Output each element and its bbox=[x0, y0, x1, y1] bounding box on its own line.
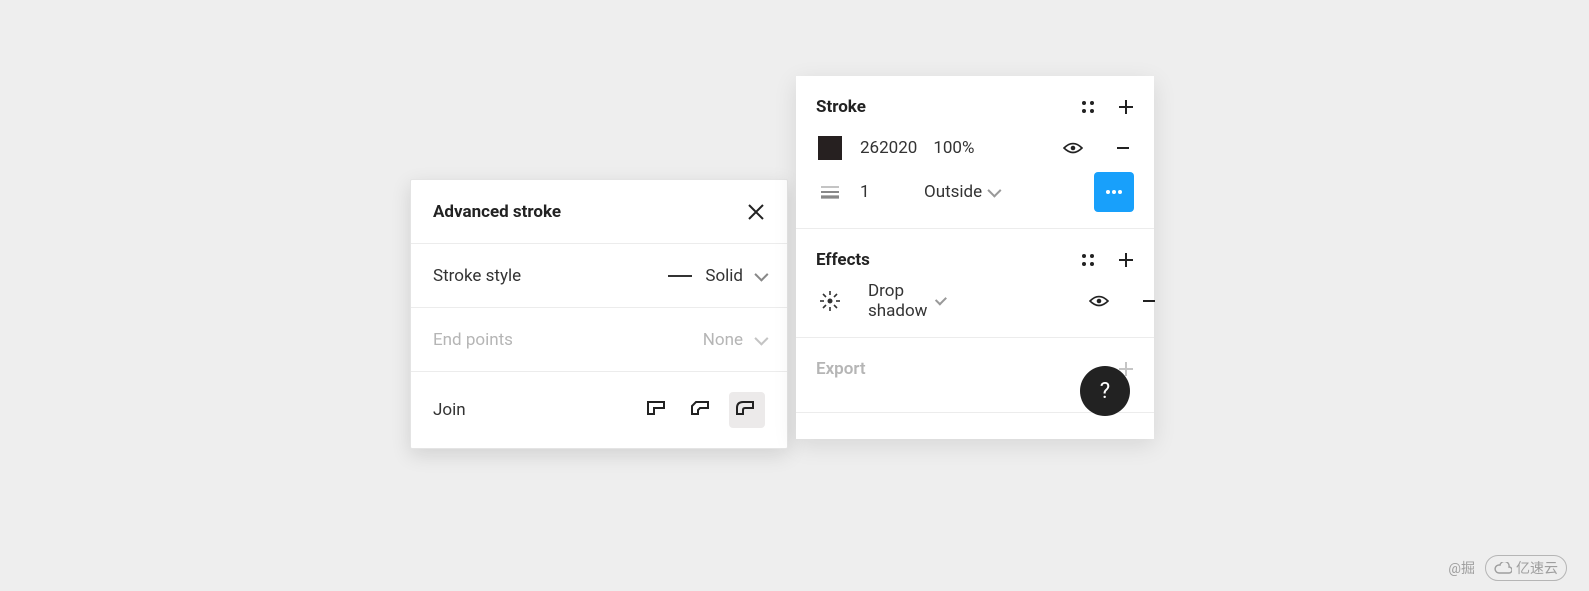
styles-icon[interactable] bbox=[1080, 99, 1096, 115]
end-points-row: End points None bbox=[411, 308, 787, 372]
chevron-down-icon bbox=[754, 331, 768, 345]
join-label: Join bbox=[433, 400, 466, 420]
stroke-weight-input[interactable]: 1 bbox=[860, 182, 870, 202]
effect-row: Drop shadow bbox=[816, 279, 1134, 323]
export-section: Export ? bbox=[796, 338, 1154, 413]
advanced-stroke-title: Advanced stroke bbox=[433, 202, 561, 222]
stroke-position-value: Outside bbox=[924, 182, 982, 202]
close-icon[interactable] bbox=[747, 203, 765, 221]
color-swatch[interactable] bbox=[818, 136, 842, 160]
join-round-icon[interactable] bbox=[729, 392, 765, 428]
stroke-position-select[interactable]: Outside bbox=[924, 182, 998, 202]
effect-settings-icon[interactable] bbox=[820, 291, 840, 311]
stroke-section-header: Stroke bbox=[816, 88, 1134, 126]
inspector-footer bbox=[796, 413, 1154, 439]
effect-type-select[interactable]: Drop shadow bbox=[868, 281, 943, 321]
solid-line-icon bbox=[667, 272, 693, 280]
effects-section: Effects bbox=[796, 229, 1154, 338]
plus-icon[interactable] bbox=[1118, 99, 1134, 115]
end-points-select[interactable]: None bbox=[703, 330, 765, 350]
stroke-section: Stroke 262020 100% bbox=[796, 76, 1154, 229]
watermark-brand-text: 亿速云 bbox=[1516, 558, 1558, 578]
watermark: @掘 亿速云 bbox=[1448, 555, 1567, 581]
effect-type-value: Drop shadow bbox=[868, 281, 930, 321]
advanced-stroke-header: Advanced stroke bbox=[411, 180, 787, 244]
end-points-value: None bbox=[703, 330, 743, 350]
minus-icon[interactable] bbox=[1115, 140, 1131, 156]
help-button[interactable]: ? bbox=[1080, 366, 1130, 416]
watermark-brand-badge: 亿速云 bbox=[1485, 555, 1567, 581]
styles-icon[interactable] bbox=[1080, 252, 1096, 268]
join-row: Join bbox=[411, 372, 787, 448]
opacity-input[interactable]: 100% bbox=[933, 138, 974, 158]
stroke-style-label: Stroke style bbox=[433, 266, 521, 286]
stroke-color-row: 262020 100% bbox=[816, 126, 1134, 170]
join-bevel-icon[interactable] bbox=[685, 393, 719, 427]
cloud-icon bbox=[1494, 562, 1512, 574]
stroke-style-value: Solid bbox=[705, 266, 743, 286]
effects-section-header: Effects bbox=[816, 241, 1134, 279]
chevron-down-icon bbox=[935, 294, 947, 306]
eye-icon[interactable] bbox=[1089, 294, 1109, 308]
plus-icon[interactable] bbox=[1118, 252, 1134, 268]
end-points-label: End points bbox=[433, 330, 513, 350]
join-miter-icon[interactable] bbox=[641, 393, 675, 427]
export-section-title: Export bbox=[816, 359, 866, 379]
stroke-style-row: Stroke style Solid bbox=[411, 244, 787, 308]
minus-icon[interactable] bbox=[1141, 293, 1157, 309]
effects-section-title: Effects bbox=[816, 250, 870, 270]
chevron-down-icon bbox=[754, 267, 768, 281]
color-hex-input[interactable]: 262020 bbox=[860, 138, 917, 158]
more-options-button[interactable] bbox=[1094, 172, 1134, 212]
stroke-weight-icon bbox=[820, 184, 840, 200]
inspector-panel: Stroke 262020 100% bbox=[796, 76, 1154, 439]
watermark-source: @掘 bbox=[1448, 558, 1475, 578]
advanced-stroke-panel: Advanced stroke Stroke style Solid End p… bbox=[410, 179, 788, 449]
eye-icon[interactable] bbox=[1063, 141, 1083, 155]
stroke-style-select[interactable]: Solid bbox=[667, 266, 765, 286]
chevron-down-icon bbox=[987, 184, 1001, 198]
stroke-weight-row: 1 Outside bbox=[816, 170, 1134, 214]
question-mark-icon: ? bbox=[1100, 379, 1110, 404]
stroke-section-title: Stroke bbox=[816, 97, 866, 117]
